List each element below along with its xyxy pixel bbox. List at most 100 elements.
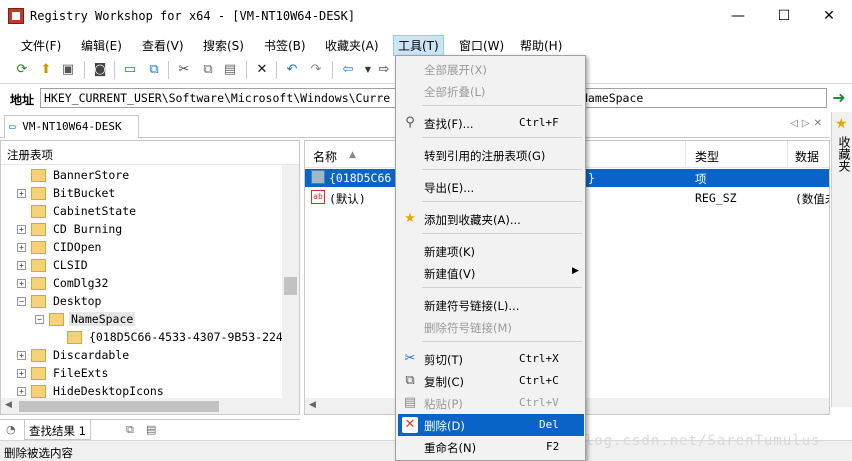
menu-bar: 文件(F) 编辑(E) 查看(V) 搜索(S) 书签(B) 收藏夹(A) 工具(… bbox=[0, 33, 852, 56]
tab-find-results[interactable]: 查找结果 1 bbox=[24, 420, 91, 440]
menu-item-expand-all[interactable]: 全部展开(X) bbox=[398, 58, 584, 80]
column-type-header[interactable]: 类型 bbox=[695, 148, 719, 165]
menu-item-add-to-favorites[interactable]: ★ 添加到收藏夹(A)... bbox=[398, 208, 584, 230]
back-dropdown-icon[interactable]: ▼ bbox=[360, 62, 376, 78]
tools-dropdown-menu: 全部展开(X) 全部折叠(L) ⚲ 查找(F)... Ctrl+F 转到引用的注… bbox=[395, 55, 586, 461]
delete-icon[interactable]: ✕ bbox=[254, 62, 270, 78]
column-data-header[interactable]: 数据 bbox=[795, 148, 819, 165]
menu-item-export[interactable]: 导出(E)... bbox=[398, 176, 584, 198]
scroll-left-icon[interactable]: ◀ bbox=[5, 400, 12, 410]
back-icon[interactable]: ⇦ bbox=[340, 62, 356, 78]
computer-icon[interactable]: ▭ bbox=[122, 62, 138, 78]
bottom-tabs: ◔ 查找结果 1 ⧉ ▤ bbox=[0, 419, 300, 440]
tree-horizontal-scrollbar[interactable]: ◀ bbox=[1, 398, 299, 414]
collapse-icon[interactable]: − bbox=[35, 315, 44, 324]
expand-icon[interactable]: + bbox=[17, 261, 26, 270]
menu-help[interactable]: 帮助(H) bbox=[519, 37, 563, 54]
tab-nav-controls[interactable]: ◁▷✕ bbox=[790, 118, 826, 129]
compare-icon[interactable]: ⧉ bbox=[126, 423, 134, 437]
menu-window[interactable]: 窗口(W) bbox=[458, 37, 505, 54]
copy-icon: ⧉ bbox=[405, 373, 415, 388]
favorites-side-panel[interactable]: ★ 收藏夹 bbox=[831, 112, 852, 407]
status-text: 删除被选内容 bbox=[4, 446, 73, 460]
menu-item-cut[interactable]: ✂ 剪切(T) Ctrl+X bbox=[398, 348, 584, 370]
expand-icon[interactable]: + bbox=[17, 243, 26, 252]
tab-label: VM-NT10W64-DESK bbox=[22, 120, 122, 133]
menu-item-new-value[interactable]: 新建值(V) ▶ bbox=[398, 262, 584, 284]
refresh-icon[interactable]: ⟳ bbox=[14, 62, 30, 78]
menu-item-copy[interactable]: ⧉ 复制(C) Ctrl+C bbox=[398, 370, 584, 392]
submenu-arrow-icon: ▶ bbox=[572, 266, 579, 276]
expand-icon[interactable]: + bbox=[17, 351, 26, 360]
menu-view[interactable]: 查看(V) bbox=[141, 37, 185, 54]
cut-icon: ✂ bbox=[404, 351, 416, 366]
folder-icon bbox=[31, 385, 46, 398]
delete-icon: ✕ bbox=[402, 417, 418, 433]
title-bar: Registry Workshop for x64 - [VM-NT10W64-… bbox=[0, 0, 852, 32]
scroll-left-icon[interactable]: ◀ bbox=[309, 400, 316, 410]
menu-edit[interactable]: 编辑(E) bbox=[80, 37, 123, 54]
expand-icon[interactable]: + bbox=[17, 225, 26, 234]
address-value: HKEY_CURRENT_USER\Software\Microsoft\Win… bbox=[44, 91, 391, 105]
menu-item-goto-referenced-key[interactable]: 转到引用的注册表项(G) bbox=[398, 144, 584, 166]
key-folder-icon bbox=[311, 170, 325, 184]
text-icon[interactable]: ▤ bbox=[146, 423, 156, 436]
menu-item-collapse-all[interactable]: 全部折叠(L) bbox=[398, 80, 584, 102]
menu-item-new-key[interactable]: 新建项(K) bbox=[398, 240, 584, 262]
folder-open-icon bbox=[31, 295, 46, 308]
computer-tab-icon: ▭ bbox=[9, 120, 16, 133]
forward-icon[interactable]: ⇨ bbox=[376, 62, 392, 78]
folder-icon bbox=[31, 349, 46, 362]
menu-item-delete-symlink[interactable]: 删除符号链接(M) bbox=[398, 316, 584, 338]
copy-icon[interactable]: ⧉ bbox=[200, 62, 216, 78]
menu-item-paste[interactable]: ▤ 粘贴(P) Ctrl+V bbox=[398, 392, 584, 414]
save-icon[interactable]: ▣ bbox=[60, 62, 76, 78]
star-icon: ★ bbox=[835, 116, 848, 132]
search-icon: ⚲ bbox=[405, 115, 415, 130]
menu-item-find[interactable]: ⚲ 查找(F)... Ctrl+F bbox=[398, 112, 584, 134]
folder-icon bbox=[67, 331, 82, 344]
string-value-icon: ab bbox=[311, 190, 325, 204]
menu-bookmarks[interactable]: 书签(B) bbox=[263, 37, 307, 54]
window-title: Registry Workshop for x64 - [VM-NT10W64-… bbox=[30, 9, 356, 23]
cut-icon[interactable]: ✂ bbox=[176, 62, 192, 78]
menu-tools[interactable]: 工具(T) bbox=[393, 35, 444, 56]
sort-asc-icon: ▲ bbox=[349, 150, 356, 160]
paste-icon: ▤ bbox=[403, 395, 417, 410]
star-icon: ★ bbox=[404, 211, 416, 226]
close-button[interactable]: ✕ bbox=[806, 0, 852, 32]
maximize-button[interactable]: ☐ bbox=[761, 0, 807, 32]
menu-search[interactable]: 搜索(S) bbox=[202, 37, 245, 54]
menu-item-delete[interactable]: ✕ 删除(D) Del bbox=[398, 414, 584, 436]
tree-hscroll-thumb[interactable] bbox=[19, 401, 219, 412]
find-results-label: 查找结果 1 bbox=[29, 424, 86, 438]
menu-file[interactable]: 文件(F) bbox=[20, 37, 62, 54]
snapshot-icon[interactable]: ◙ bbox=[92, 62, 108, 78]
menu-item-rename[interactable]: 重命名(N) F2 bbox=[398, 436, 584, 458]
collapse-icon[interactable]: − bbox=[17, 297, 26, 306]
folder-icon bbox=[31, 367, 46, 380]
paste-icon[interactable]: ▤ bbox=[222, 62, 238, 78]
expand-icon[interactable]: + bbox=[17, 369, 26, 378]
folder-icon bbox=[31, 169, 46, 182]
remote-icon[interactable]: ⧉ bbox=[146, 62, 162, 78]
import-icon[interactable]: ⬆ bbox=[38, 62, 54, 78]
folder-icon bbox=[31, 223, 46, 236]
tab-vm-desk[interactable]: ▭ VM-NT10W64-DESK bbox=[4, 115, 139, 138]
expand-icon[interactable]: + bbox=[17, 279, 26, 288]
go-arrow-icon[interactable]: ➜ bbox=[830, 89, 848, 107]
menu-item-new-symlink[interactable]: 新建符号链接(L)... bbox=[398, 294, 584, 316]
folder-icon bbox=[31, 205, 46, 218]
undo-icon[interactable]: ↶ bbox=[284, 62, 300, 78]
tree-header: 注册表项 bbox=[1, 141, 299, 165]
menu-favorites[interactable]: 收藏夹(A) bbox=[324, 37, 380, 54]
tree-scroll-thumb[interactable] bbox=[284, 277, 297, 295]
redo-icon[interactable]: ↷ bbox=[308, 62, 324, 78]
expand-icon[interactable]: + bbox=[17, 387, 26, 396]
column-name-header[interactable]: 名称 bbox=[313, 148, 337, 165]
history-icon[interactable]: ◔ bbox=[6, 423, 16, 436]
folder-icon bbox=[31, 187, 46, 200]
expand-icon[interactable]: + bbox=[17, 189, 26, 198]
folder-icon bbox=[31, 277, 46, 290]
minimize-button[interactable]: — bbox=[715, 0, 761, 32]
